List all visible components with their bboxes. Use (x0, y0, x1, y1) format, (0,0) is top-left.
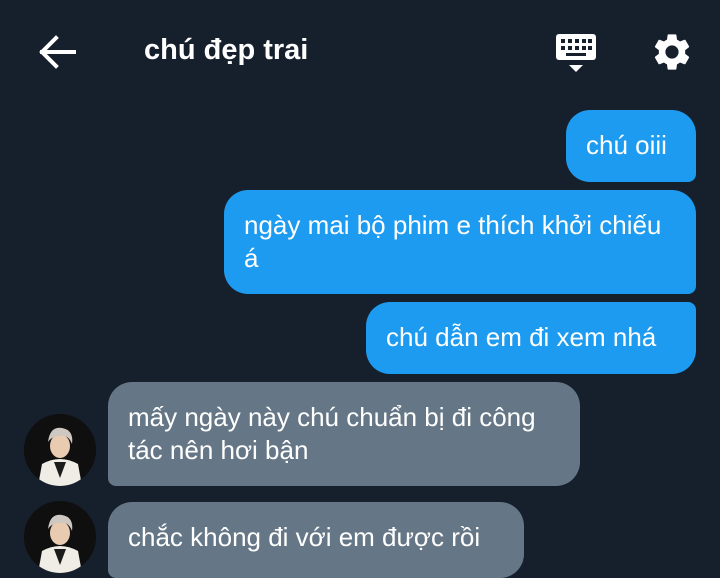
message-text: chú oiii (586, 130, 667, 160)
message-text: chắc không đi với em được rồi (128, 522, 481, 552)
message-bubble-outgoing[interactable]: ngày mai bộ phim e thích khởi chiếu á (224, 190, 696, 294)
back-button[interactable] (34, 32, 78, 72)
message-text: mấy ngày này chú chuẩn bị đi công tác nê… (128, 402, 536, 465)
chat-header: chú đẹp trai (0, 0, 720, 100)
avatar-photo-icon (24, 414, 96, 486)
chat-title: chú đẹp trai (144, 34, 309, 66)
message-bubble-incoming[interactable]: chắc không đi với em được rồi (108, 502, 524, 578)
back-arrow-icon (39, 35, 76, 69)
contact-avatar[interactable] (24, 501, 96, 573)
keyboard-icon (556, 34, 596, 72)
settings-button[interactable] (650, 30, 694, 74)
message-bubble-incoming[interactable]: mấy ngày này chú chuẩn bị đi công tác nê… (108, 382, 580, 486)
avatar-photo-icon (24, 501, 96, 573)
keyboard-button[interactable] (553, 30, 599, 76)
message-bubble-outgoing[interactable]: chú dẫn em đi xem nhá (366, 302, 696, 374)
message-text: ngày mai bộ phim e thích khởi chiếu á (244, 210, 662, 273)
contact-avatar[interactable] (24, 414, 96, 486)
message-text: chú dẫn em đi xem nhá (386, 322, 657, 352)
gear-icon (654, 34, 690, 70)
message-bubble-outgoing[interactable]: chú oiii (566, 110, 696, 182)
